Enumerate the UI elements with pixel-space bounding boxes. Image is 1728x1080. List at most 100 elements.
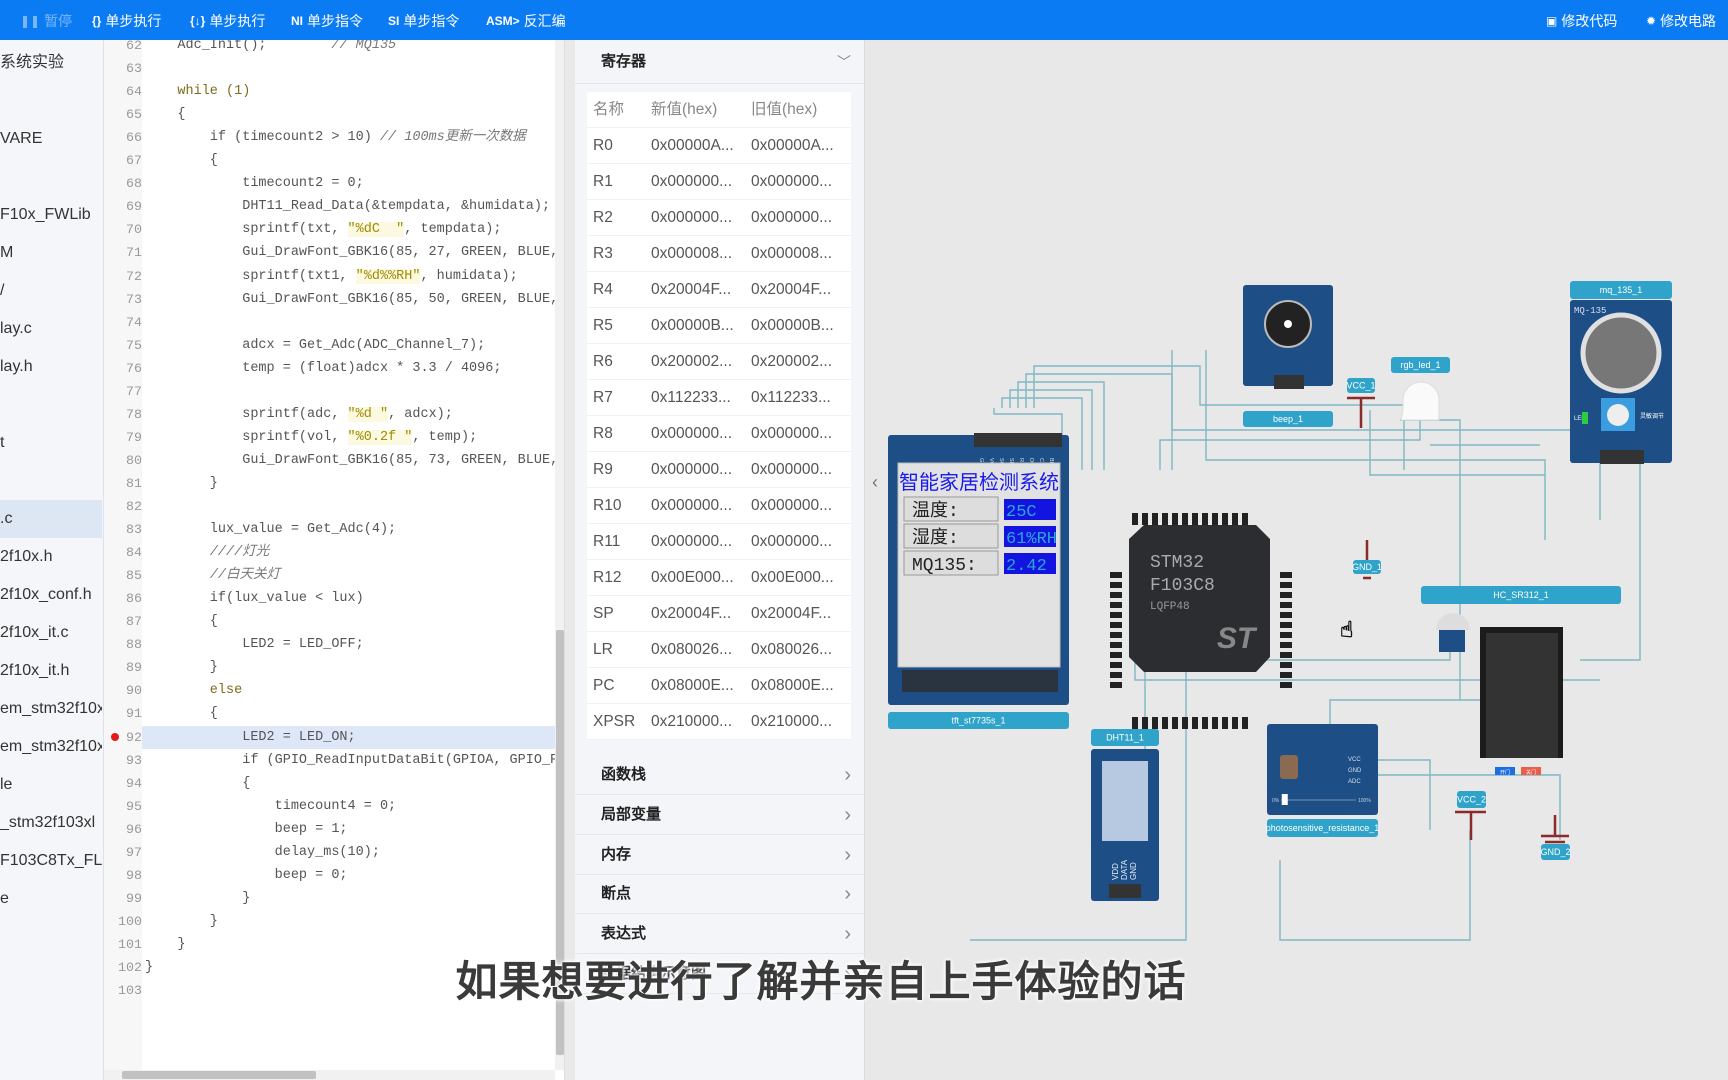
file-tree-item[interactable]: t	[0, 424, 102, 462]
code-line[interactable]: delay_ms(10);	[145, 841, 555, 864]
toolbar-button-5[interactable]: ASM> 反汇编	[486, 11, 566, 31]
line-number-gutter[interactable]: 62 63 64 65 66 67 68 69 70 71 72 73 74 75 76 77 78 79 80 81…	[104, 40, 142, 1080]
section-header[interactable]: 数据结构示意图 ›	[575, 954, 865, 994]
code-line[interactable]: Gui_DrawFont_GBK16(85, 50, GREEN, BLUE,	[145, 288, 555, 311]
file-tree-item[interactable]: e	[0, 880, 102, 918]
code-line[interactable]: }	[145, 472, 555, 495]
code-line[interactable]: {	[145, 149, 555, 172]
line-number[interactable]: 78	[104, 403, 142, 426]
scrollbar-thumb[interactable]	[556, 630, 564, 1055]
breakpoint-dot-icon[interactable]	[111, 733, 119, 741]
line-number[interactable]: 73	[104, 288, 142, 311]
file-tree-item[interactable]	[0, 462, 102, 500]
code-line[interactable]: adcx = Get_Adc(ADC_Channel_7);	[145, 334, 555, 357]
code-line[interactable]: LED2 = LED_OFF;	[145, 633, 555, 656]
line-number[interactable]: 87	[104, 610, 142, 633]
line-number[interactable]: 81	[104, 472, 142, 495]
line-number[interactable]: 76	[104, 357, 142, 380]
line-number[interactable]: 96	[104, 818, 142, 841]
file-tree-item[interactable]: em_stm32f10x	[0, 728, 102, 766]
line-number[interactable]: 85	[104, 564, 142, 587]
line-number[interactable]: 99	[104, 887, 142, 910]
code-line[interactable]: temp = (float)adcx * 3.3 / 4096;	[145, 357, 555, 380]
code-line[interactable]: {	[145, 702, 555, 725]
line-number[interactable]: 84	[104, 541, 142, 564]
line-number[interactable]: 68	[104, 172, 142, 195]
code-line[interactable]: Adc_Init(); // MQ135	[145, 40, 555, 57]
line-number[interactable]: 94	[104, 772, 142, 795]
code-line[interactable]: if(lux_value < lux)	[145, 587, 555, 610]
line-number[interactable]: 80	[104, 449, 142, 472]
line-number[interactable]: 79	[104, 426, 142, 449]
line-number[interactable]: 77	[104, 380, 142, 403]
code-line[interactable]: else	[145, 679, 555, 702]
file-tree-item[interactable]	[0, 386, 102, 424]
light-slider-thumb[interactable]	[1281, 794, 1288, 805]
line-number[interactable]: 66	[104, 126, 142, 149]
section-header[interactable]: 内存 ›	[575, 835, 865, 875]
code-line[interactable]: beep = 0;	[145, 864, 555, 887]
edit-code-button[interactable]: ▣ 修改代码	[1546, 11, 1617, 31]
code-line[interactable]: sprintf(txt, "%dC ", tempdata);	[145, 218, 555, 241]
section-header[interactable]: 表达式 ›	[575, 914, 865, 955]
line-number[interactable]: 98	[104, 864, 142, 887]
code-line[interactable]	[145, 57, 555, 80]
section-header[interactable]: 局部变量 ›	[575, 795, 865, 835]
code-line[interactable]: timecount4 = 0;	[145, 795, 555, 818]
line-number[interactable]: 82	[104, 495, 142, 518]
line-number[interactable]: 69	[104, 195, 142, 218]
line-number[interactable]: 91	[104, 702, 142, 725]
line-number[interactable]: 93	[104, 749, 142, 772]
code-line[interactable]: }	[145, 933, 555, 956]
code-line[interactable]: beep = 1;	[145, 818, 555, 841]
edit-circuit-button[interactable]: ✹ 修改电路	[1646, 11, 1716, 31]
line-number[interactable]: 86	[104, 587, 142, 610]
line-number[interactable]: 92	[104, 726, 142, 749]
code-line[interactable]: }	[145, 656, 555, 679]
line-number[interactable]: 72	[104, 265, 142, 288]
code-line[interactable]: timecount2 = 0;	[145, 172, 555, 195]
file-tree-item[interactable]: lay.h	[0, 348, 102, 386]
line-number[interactable]: 103	[104, 979, 142, 1002]
file-tree-item[interactable]	[0, 158, 102, 196]
vertical-scrollbar[interactable]	[555, 40, 564, 1070]
circuit-canvas[interactable]: GNDVCCSCLSDARESDCCSBL智能家居检测系统温度:25C湿度:61…	[866, 40, 1728, 1080]
line-number[interactable]: 88	[104, 633, 142, 656]
code-line[interactable]: }	[145, 887, 555, 910]
code-line[interactable]: //白天关灯	[145, 564, 555, 587]
code-line[interactable]: if (timecount2 > 10) // 100ms更新一次数据	[145, 126, 555, 149]
code-line[interactable]: sprintf(txt1, "%d%%RH", humidata);	[145, 265, 555, 288]
code-line[interactable]	[145, 495, 555, 518]
line-number[interactable]: 70	[104, 218, 142, 241]
toolbar-button-1[interactable]: {} 单步执行	[92, 11, 161, 31]
code-line[interactable]: while (1)	[145, 80, 555, 103]
line-number[interactable]: 63	[104, 57, 142, 80]
code-line[interactable]: if (GPIO_ReadInputDataBit(GPIOA, GPIO_P	[145, 749, 555, 772]
code-line[interactable]: {	[145, 103, 555, 126]
line-number[interactable]: 97	[104, 841, 142, 864]
line-number[interactable]: 90	[104, 679, 142, 702]
code-line[interactable]: DHT11_Read_Data(&tempdata, &humidata);	[145, 195, 555, 218]
code-line[interactable]	[145, 979, 555, 1002]
code-line[interactable]: {	[145, 772, 555, 795]
file-tree-item[interactable]: F10x_FWLib	[0, 196, 102, 234]
circuit-diagram[interactable]: GNDVCCSCLSDARESDCCSBL智能家居检测系统温度:25C湿度:61…	[866, 40, 1728, 1080]
file-tree-item[interactable]: .c	[0, 500, 102, 538]
code-line[interactable]: Gui_DrawFont_GBK16(85, 27, GREEN, BLUE,	[145, 241, 555, 264]
code-line[interactable]: sprintf(vol, "%0.2f ", temp);	[145, 426, 555, 449]
scrollbar-thumb[interactable]	[122, 1071, 316, 1079]
line-number[interactable]: 67	[104, 149, 142, 172]
code-line[interactable]: {	[145, 610, 555, 633]
file-tree-item[interactable]: 2f10x.h	[0, 538, 102, 576]
file-tree-item[interactable]: _stm32f103xl	[0, 804, 102, 842]
code-line[interactable]: LED2 = LED_ON;	[142, 725, 555, 749]
horizontal-scrollbar[interactable]	[104, 1070, 555, 1080]
code-line[interactable]: sprintf(adc, "%d ", adcx);	[145, 403, 555, 426]
line-number[interactable]: 74	[104, 311, 142, 334]
toolbar-button-2[interactable]: {↓} 单步执行	[190, 11, 265, 31]
line-number[interactable]: 100	[104, 910, 142, 933]
code-line[interactable]: ////灯光	[145, 541, 555, 564]
section-header[interactable]: 断点 ›	[575, 874, 865, 915]
line-number[interactable]: 64	[104, 80, 142, 103]
line-number[interactable]: 101	[104, 933, 142, 956]
